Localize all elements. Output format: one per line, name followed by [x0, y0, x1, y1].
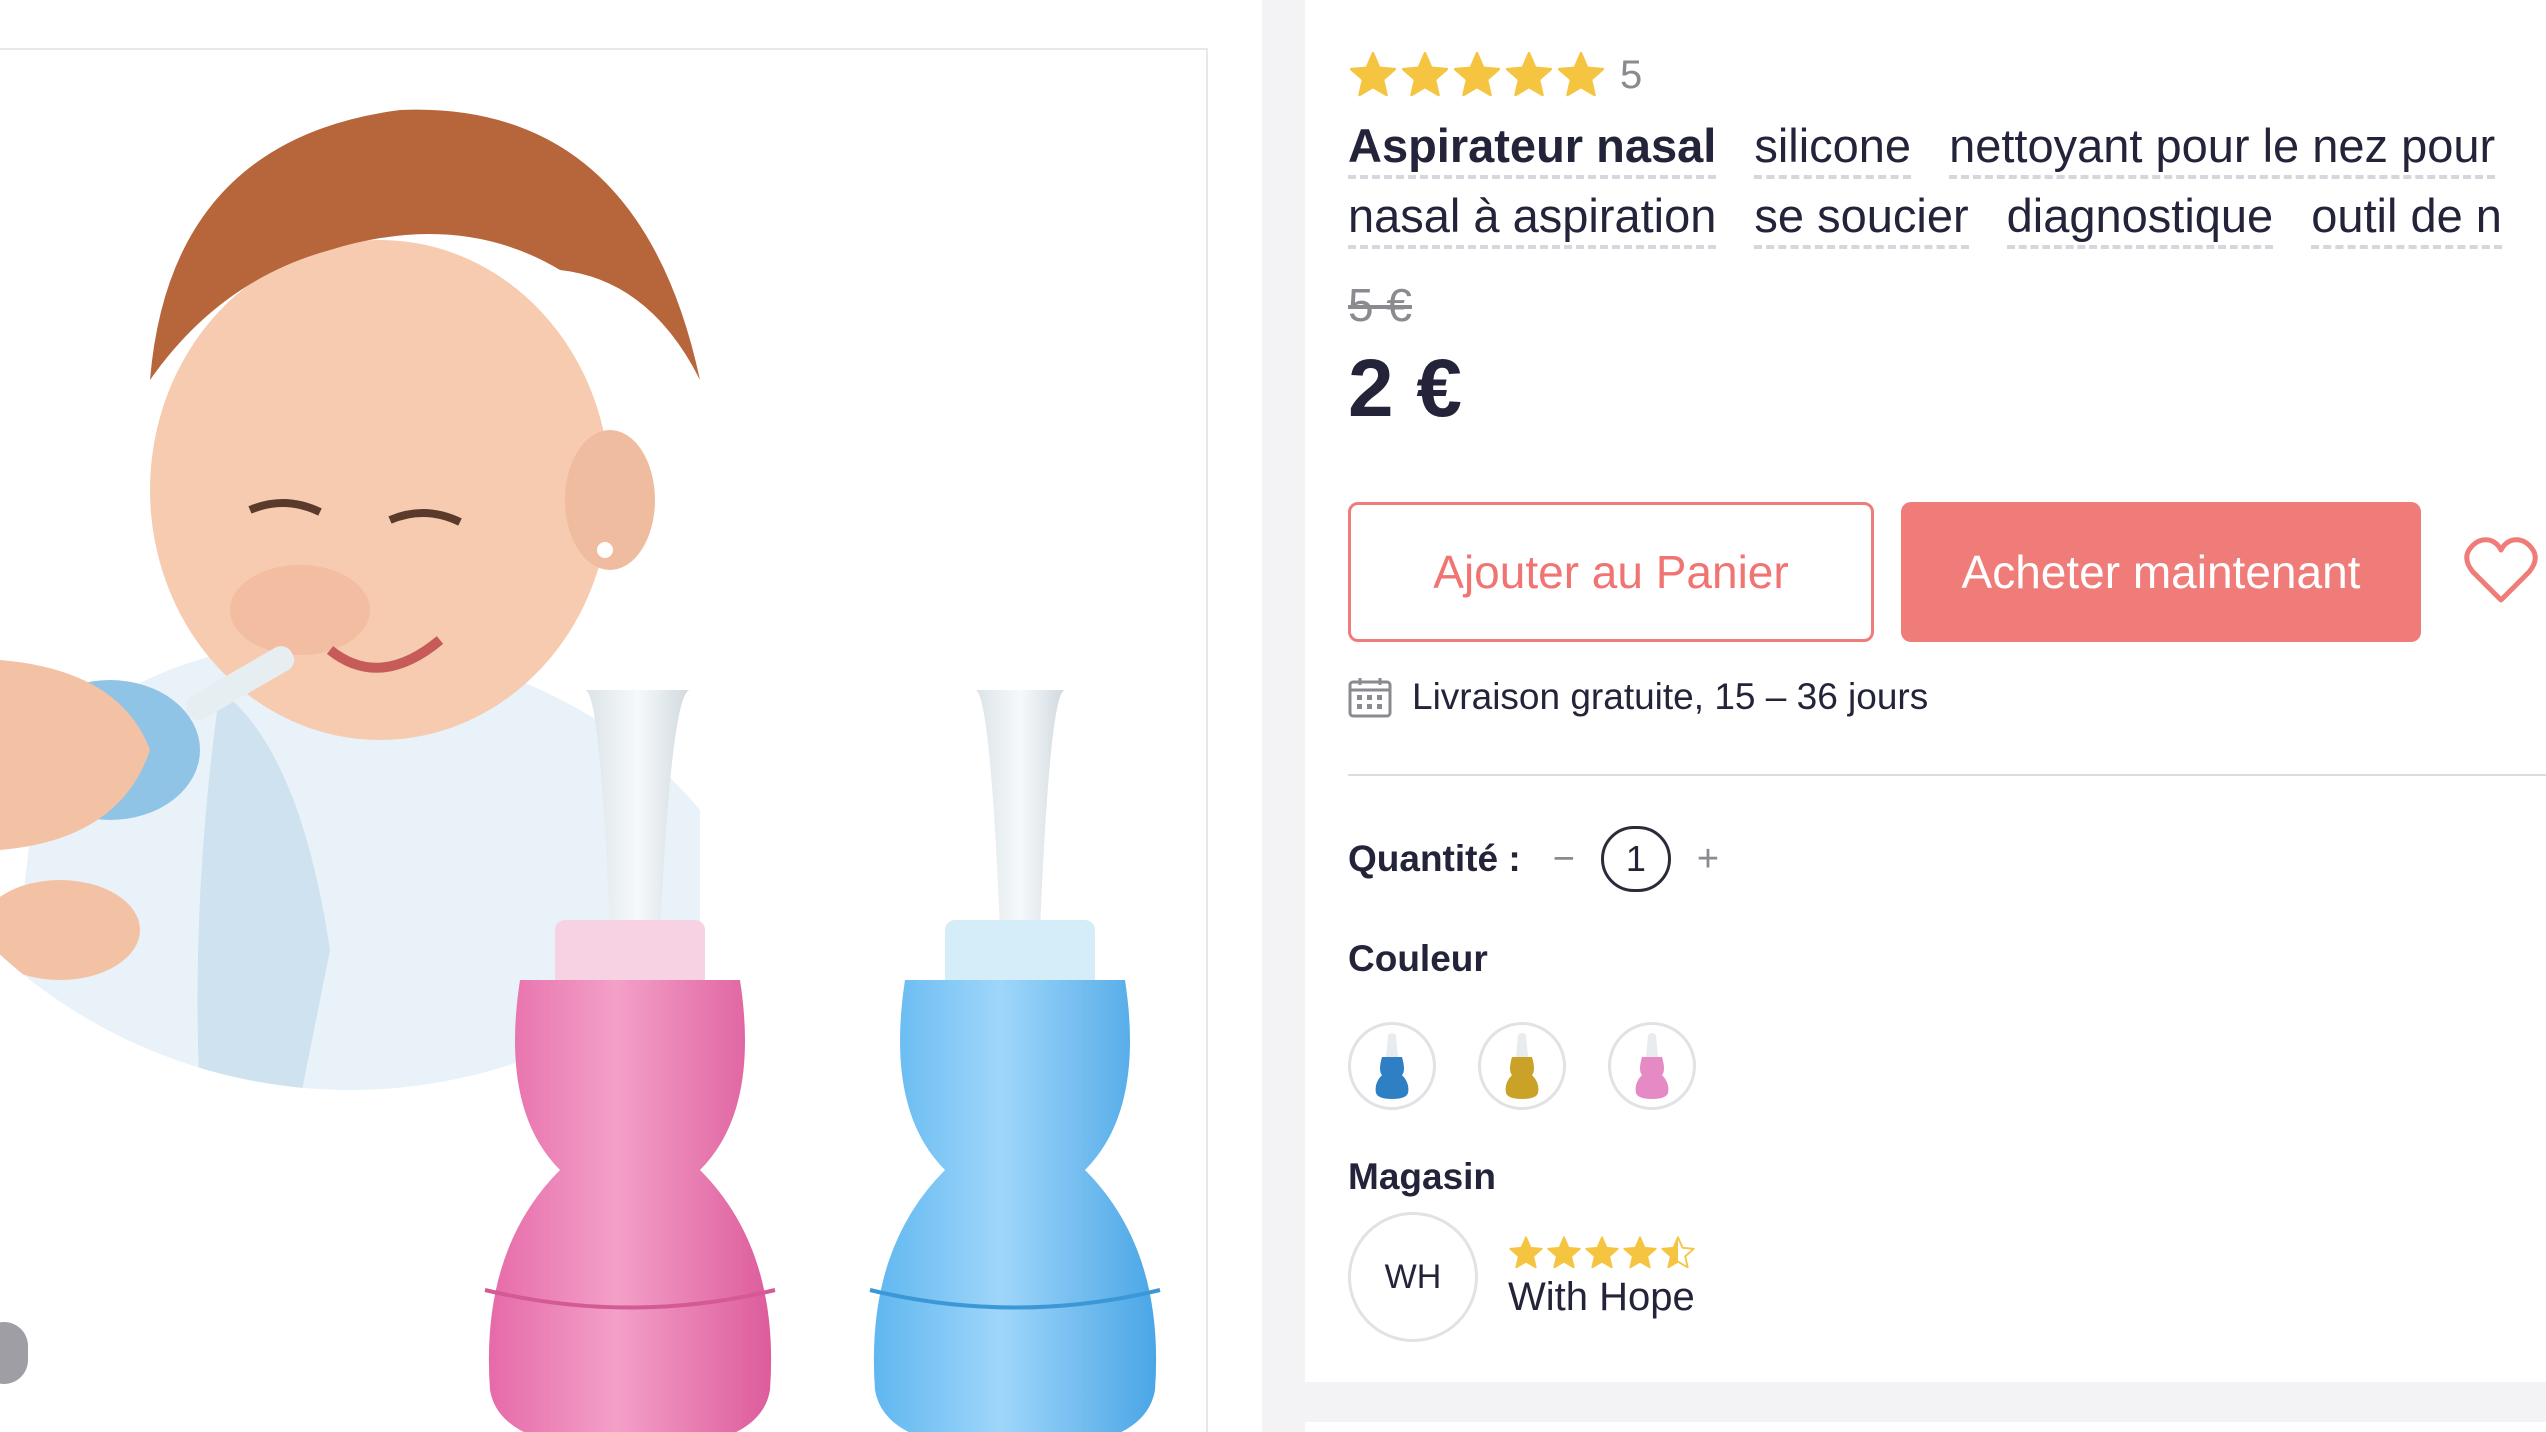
title-keyword[interactable]: silicone [1754, 119, 1912, 179]
add-to-cart-button[interactable]: Ajouter au Panier [1348, 502, 1874, 642]
product-info-panel: 5 Aspirateur nasal silicone nettoyant po… [1305, 0, 2546, 1382]
color-swatch-blue[interactable] [1348, 1022, 1436, 1110]
product-rating[interactable]: 5 [1348, 48, 1642, 102]
store-card: WH With Hope [1348, 1212, 1696, 1342]
star-icon [1505, 51, 1553, 97]
star-icon [1453, 51, 1501, 97]
product-title: Aspirateur nasal silicone nettoyant pour… [1348, 114, 2546, 254]
swatch-fill-yellow [1505, 1057, 1539, 1099]
aspirator-thumbnail-icon [1505, 1033, 1539, 1099]
title-keyword[interactable]: nettoyant pour le nez pour [1949, 119, 2496, 179]
original-price: 5 € [1348, 279, 1412, 331]
title-keyword[interactable]: Aspirateur nasal [1348, 119, 1717, 179]
aspirator-thumbnail-icon [1375, 1033, 1409, 1099]
product-page: 5 Aspirateur nasal silicone nettoyant po… [0, 0, 2546, 1432]
star-icon [1585, 1235, 1619, 1268]
color-swatch-pink[interactable] [1608, 1022, 1696, 1110]
star-icon [1509, 1235, 1543, 1268]
star-icon [1401, 51, 1449, 97]
rating-stars [1348, 50, 1606, 100]
product-gallery [0, 0, 1262, 1432]
quantity-increment-button[interactable]: + [1697, 838, 1719, 881]
calendar-icon [1348, 678, 1392, 718]
main-product-image-frame[interactable] [0, 48, 1208, 1432]
delivery-text: Livraison gratuite, 15 – 36 jours [1412, 676, 1929, 717]
sale-price: 2 € [1348, 343, 1462, 434]
store-rating-stars [1508, 1235, 1696, 1271]
buy-now-button[interactable]: Acheter maintenant [1901, 502, 2421, 642]
color-swatches [1348, 1022, 1696, 1110]
title-line-1: Aspirateur nasal silicone nettoyant pour… [1348, 114, 2546, 184]
quantity-stepper: Quantité : − 1 + [1348, 826, 1745, 892]
title-keyword[interactable]: se soucier [1754, 189, 1969, 249]
next-panel-edge [1305, 1422, 2546, 1432]
store-avatar[interactable]: WH [1348, 1212, 1478, 1342]
title-line-2: nasal à aspiration se soucier diagnostiq… [1348, 184, 2546, 254]
swatch-fill-blue [1375, 1057, 1409, 1099]
divider [1348, 774, 2546, 776]
store-info: With Hope [1508, 1235, 1696, 1320]
store-label: Magasin [1348, 1156, 1497, 1197]
aspirator-thumbnail-icon [1635, 1033, 1669, 1099]
swatch-fill-pink [1635, 1057, 1669, 1099]
heart-icon[interactable] [2463, 536, 2539, 606]
quantity-label: Quantité : [1348, 838, 1521, 879]
star-icon [1661, 1235, 1695, 1268]
title-keyword[interactable]: outil de n [2311, 189, 2502, 249]
title-keyword[interactable]: nasal à aspiration [1348, 189, 1717, 249]
star-icon [1349, 51, 1397, 97]
quantity-decrement-button[interactable]: − [1553, 838, 1575, 881]
color-label: Couleur [1348, 938, 1488, 979]
star-icon [1623, 1235, 1657, 1268]
baby-nasal-aspirator-photo [0, 50, 1161, 1432]
color-swatch-yellow[interactable] [1478, 1022, 1566, 1110]
delivery-info: Livraison gratuite, 15 – 36 jours [1348, 676, 1928, 718]
quantity-input[interactable]: 1 [1600, 826, 1671, 892]
star-icon [1557, 51, 1605, 97]
star-icon [1547, 1235, 1581, 1268]
rating-count: 5 [1620, 52, 1643, 97]
store-name[interactable]: With Hope [1508, 1275, 1696, 1320]
title-keyword[interactable]: diagnostique [2006, 189, 2274, 249]
